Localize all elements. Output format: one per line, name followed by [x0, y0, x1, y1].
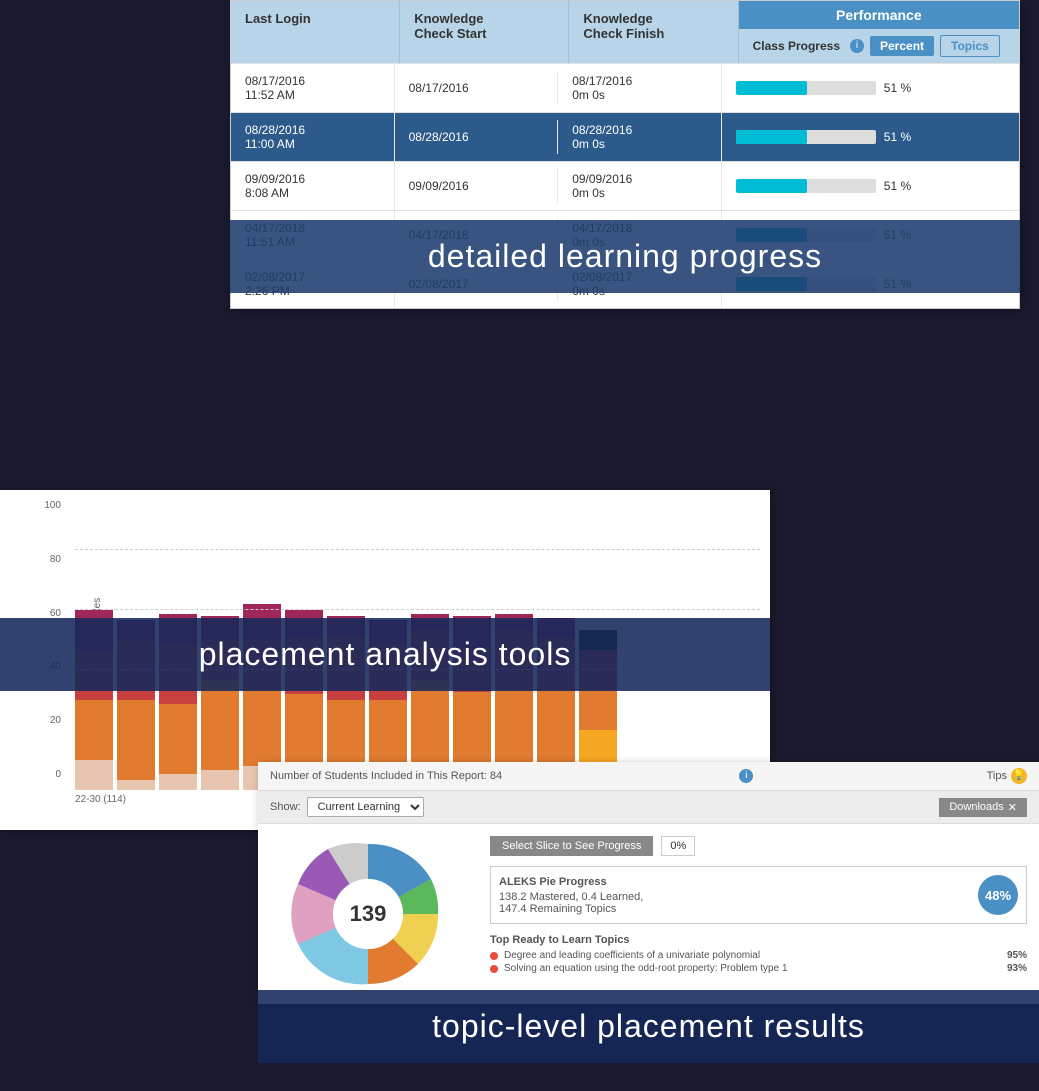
overlay-topic-level: topic-level placement results — [258, 990, 1039, 1063]
bar-segment — [201, 680, 239, 770]
select-slice-row: Select Slice to See Progress 0% — [490, 836, 1027, 856]
info-icon[interactable]: i — [739, 769, 753, 783]
gridline-20 — [75, 549, 760, 550]
bar-segment — [117, 780, 155, 790]
cell-last-login: 08/28/201611:00 AM — [231, 113, 395, 161]
performance-subheader: Class Progress i Percent Topics — [739, 29, 1014, 63]
aleks-remaining: 147.4 Remaining Topics — [499, 903, 643, 915]
cell-kc-start: 09/09/2016 — [395, 169, 559, 203]
topics-button[interactable]: Topics — [940, 35, 1000, 57]
table-header: Last Login KnowledgeCheck Start Knowledg… — [231, 1, 1019, 63]
info-icon[interactable]: i — [850, 39, 864, 53]
overlay-detailed-learning: detailed learning progress — [230, 220, 1020, 293]
topics-controls-row: Show: Current Learning Downloads ✕ — [258, 791, 1039, 824]
progress-bar-container: 51 % — [736, 81, 1005, 95]
progress-bar-outer — [736, 179, 876, 193]
pie-area: 139 — [258, 824, 478, 1004]
topics-info-panel: Select Slice to See Progress 0% ALEKS Pi… — [478, 824, 1039, 1004]
select-slice-button[interactable]: Select Slice to See Progress — [490, 836, 653, 856]
bar-segment — [159, 774, 197, 790]
cell-kc-finish: 08/28/20160m 0s — [558, 113, 722, 161]
slice-pct-display: 0% — [661, 836, 695, 856]
cell-kc-start: 08/28/2016 — [395, 120, 559, 154]
aleks-title: ALEKS Pie Progress — [499, 876, 643, 888]
aleks-mastered: 138.2 Mastered, 0.4 Learned, — [499, 891, 643, 903]
col-knowledge-start: KnowledgeCheck Start — [400, 1, 569, 63]
pie-chart-wrapper: 139 — [288, 834, 448, 994]
performance-header: Performance — [739, 1, 1019, 29]
topic-dot — [490, 952, 498, 960]
col-knowledge-finish: KnowledgeCheck Finish — [569, 1, 738, 63]
list-item: Degree and leading coefficients of a uni… — [490, 950, 1027, 961]
cell-progress: 51 % — [722, 120, 1019, 154]
bar-segment — [327, 700, 365, 770]
downloads-button[interactable]: Downloads ✕ — [939, 798, 1027, 817]
table-row: 09/09/20168:08 AM 09/09/2016 09/09/20160… — [231, 161, 1019, 210]
progress-bar-fill — [736, 81, 807, 95]
cell-last-login: 09/09/20168:08 AM — [231, 162, 395, 210]
bar-segment — [453, 692, 491, 772]
topics-card: Number of Students Included in This Repo… — [258, 762, 1039, 1004]
list-item: Solving an equation using the odd-root p… — [490, 963, 1027, 974]
topic-pct: 95% — [1007, 950, 1027, 961]
bar-segment — [159, 704, 197, 774]
progress-bar-container: 51 % — [736, 130, 1005, 144]
topic-label: Degree and leading coefficients of a uni… — [504, 950, 760, 961]
table-row: 08/17/201611:52 AM 08/17/2016 08/17/2016… — [231, 63, 1019, 112]
topic-label: Solving an equation using the odd-root p… — [504, 963, 788, 974]
top-ready-title: Top Ready to Learn Topics — [490, 934, 1027, 946]
show-dropdown: Show: Current Learning — [270, 797, 424, 817]
top-ready-section: Top Ready to Learn Topics Degree and lea… — [490, 934, 1027, 976]
topic-pct: 93% — [1007, 963, 1027, 974]
x-axis-label: 22-30 (114) — [75, 794, 126, 805]
progress-bar-fill — [736, 179, 807, 193]
cell-kc-finish: 09/09/20160m 0s — [558, 162, 722, 210]
cell-progress: 51 % — [722, 169, 1019, 203]
percent-button[interactable]: Percent — [870, 36, 934, 56]
col-performance: Performance Class Progress i Percent Top… — [739, 1, 1019, 63]
pie-center-value: 139 — [333, 879, 403, 949]
progress-bar-fill — [736, 130, 807, 144]
progress-bar-outer — [736, 81, 876, 95]
topics-header: Number of Students Included in This Repo… — [258, 762, 1039, 791]
progress-bar-outer — [736, 130, 876, 144]
cell-progress: 51 % — [722, 71, 1019, 105]
progress-bar-container: 51 % — [736, 179, 1005, 193]
bar-segment — [201, 770, 239, 790]
gridline-40 — [75, 609, 760, 610]
bar-segment — [75, 760, 113, 790]
aleks-text: ALEKS Pie Progress 138.2 Mastered, 0.4 L… — [499, 876, 643, 915]
table-row: 08/28/201611:00 AM 08/28/2016 08/28/2016… — [231, 112, 1019, 161]
tips-area: Tips 💡 — [987, 768, 1027, 784]
topic-dot — [490, 965, 498, 973]
topics-body: 139 Select Slice to See Progress 0% ALEK… — [258, 824, 1039, 1004]
bar-segment — [117, 700, 155, 780]
bar-segment — [75, 700, 113, 760]
show-select[interactable]: Current Learning — [307, 797, 424, 817]
col-last-login: Last Login — [231, 1, 400, 63]
cell-last-login: 08/17/201611:52 AM — [231, 64, 395, 112]
bar-segment — [243, 690, 281, 766]
bar-segment — [495, 690, 533, 762]
x-icon: ✕ — [1008, 801, 1017, 814]
bar-segment — [579, 690, 617, 730]
bulb-icon: 💡 — [1011, 768, 1027, 784]
cell-kc-start: 08/17/2016 — [395, 71, 559, 105]
cell-kc-finish: 08/17/20160m 0s — [558, 64, 722, 112]
aleks-pct-circle: 48% — [978, 875, 1018, 915]
aleks-info-box: ALEKS Pie Progress 138.2 Mastered, 0.4 L… — [490, 866, 1027, 924]
overlay-placement-analysis: placement analysis tools — [0, 618, 770, 691]
